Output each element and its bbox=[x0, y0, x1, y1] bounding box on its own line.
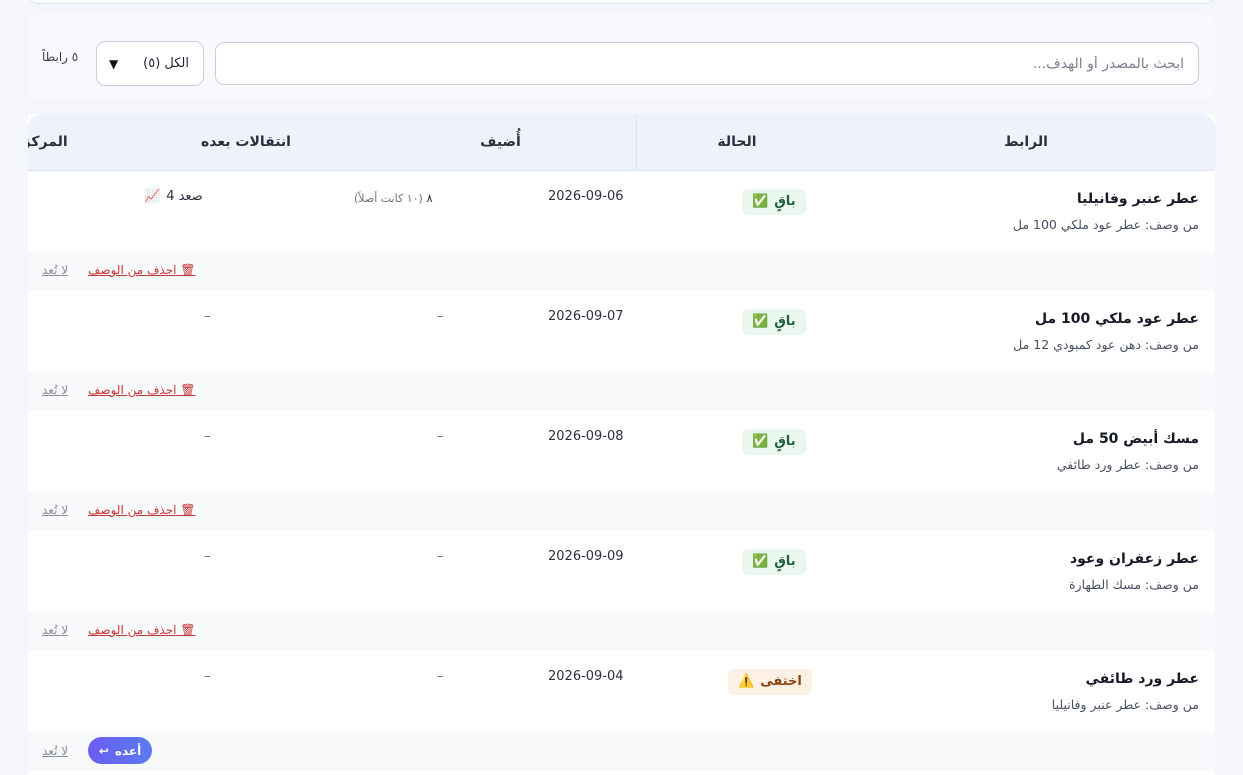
moves-after: – bbox=[437, 669, 444, 684]
link-title: مسك أبيض 50 مل bbox=[1072, 431, 1199, 447]
check-icon: ✅ bbox=[752, 554, 769, 569]
undo-arrow-icon: ↩ bbox=[98, 743, 109, 758]
links-table: الرابط الحالة أُضيف انتقالات بعده المركز… bbox=[28, 114, 1215, 775]
moves-note: (١٠ كانت أصلاً) bbox=[354, 192, 423, 205]
header-link: الرابط bbox=[1004, 134, 1048, 150]
dont-restore-link[interactable]: لا تُعد bbox=[42, 383, 68, 397]
row-actions: 🗑 احذف من الوصف لا تُعد bbox=[28, 612, 1215, 651]
status-badge: باقٍ ✅ bbox=[742, 429, 806, 455]
top-panel-edge bbox=[28, 0, 1215, 4]
row-actions: 🗑 احذف من الوصف لا تُعد bbox=[28, 492, 1215, 531]
added-date: 2026-09-08 bbox=[548, 429, 624, 444]
added-date: 2026-09-09 bbox=[548, 549, 624, 564]
check-icon: ✅ bbox=[752, 314, 769, 329]
row-main: عطر زعفران وعود من وصف: مسك الطهارة باقٍ… bbox=[28, 531, 1215, 612]
link-title: عطر زعفران وعود bbox=[1069, 551, 1199, 567]
rank-after: – bbox=[204, 309, 211, 324]
moves-after: – bbox=[437, 309, 444, 324]
added-date: 2026-09-07 bbox=[548, 309, 624, 324]
status-badge: باقٍ ✅ bbox=[742, 189, 806, 215]
check-icon: ✅ bbox=[752, 434, 769, 449]
row-actions: أعده ↩ لا تُعد bbox=[28, 732, 1215, 771]
moves-value: ٨ bbox=[426, 191, 433, 205]
link-title: عطر ورد طائفي bbox=[1085, 671, 1199, 687]
remove-from-description-link[interactable]: 🗑 احذف من الوصف bbox=[88, 383, 196, 397]
status-label: باقٍ bbox=[774, 314, 796, 329]
status-label: باقٍ bbox=[774, 434, 796, 449]
status-badge: اختفى ⚠️ bbox=[728, 669, 812, 695]
check-icon: ✅ bbox=[752, 194, 769, 209]
status-filter-select[interactable]: الكل (٥) ▼ bbox=[96, 41, 204, 86]
header-status: الحالة bbox=[717, 134, 757, 150]
link-source: من وصف: عطر عنبر وفانيليا bbox=[1051, 697, 1199, 712]
link-source: من وصف: دهن عود كمبودي 12 مل bbox=[1013, 337, 1199, 352]
filter-selected-value: الكل (٥) bbox=[143, 56, 189, 71]
search-input[interactable] bbox=[215, 42, 1199, 85]
row-main: عطر ورد طائفي من وصف: عطر عنبر وفانيليا … bbox=[28, 651, 1215, 732]
status-label: باقٍ bbox=[774, 554, 796, 569]
row-main: مسك أبيض 50 مل من وصف: عطر ورد طائفي باق… bbox=[28, 411, 1215, 492]
restore-link-button[interactable]: أعده ↩ bbox=[88, 737, 152, 764]
row-main: عطر عنبر وفانيليا من وصف: عطر عود ملكي 1… bbox=[28, 171, 1215, 252]
header-moves: انتقالات بعده bbox=[201, 134, 291, 150]
header-added: أُضيف bbox=[480, 134, 521, 150]
rank-after: – bbox=[204, 549, 211, 564]
header-rank: المركز بعده bbox=[28, 134, 68, 150]
table-header: الرابط الحالة أُضيف انتقالات بعده المركز… bbox=[28, 114, 1215, 171]
status-label: اختفى bbox=[760, 674, 802, 689]
row-actions: 🗑 احذف من الوصف لا تُعد bbox=[28, 372, 1215, 411]
rank-after: – bbox=[204, 669, 211, 684]
rank-after: صعد 4 📈 bbox=[144, 189, 203, 204]
dont-restore-link[interactable]: لا تُعد bbox=[42, 503, 68, 517]
added-date: 2026-09-04 bbox=[548, 669, 624, 684]
table-row: عطر زعفران وعود من وصف: مسك الطهارة باقٍ… bbox=[28, 531, 1215, 651]
moves-after: – bbox=[437, 549, 444, 564]
link-source: من وصف: عطر ورد طائفي bbox=[1056, 457, 1199, 472]
moves-after: – bbox=[437, 429, 444, 444]
added-date: 2026-09-06 bbox=[548, 189, 624, 204]
chevron-down-icon: ▼ bbox=[109, 56, 119, 71]
table-row: مسك أبيض 50 مل من وصف: عطر ورد طائفي باق… bbox=[28, 411, 1215, 531]
dont-restore-link[interactable]: لا تُعد bbox=[42, 623, 68, 637]
row-actions: 🗑 احذف من الوصف لا تُعد bbox=[28, 252, 1215, 291]
rank-after: – bbox=[204, 429, 211, 444]
link-title: عطر عود ملكي 100 مل bbox=[1034, 311, 1199, 327]
moves-after: ٨ (١٠ كانت أصلاً) bbox=[354, 191, 433, 205]
warning-icon: ⚠️ bbox=[738, 674, 755, 689]
dont-restore-link[interactable]: لا تُعد bbox=[42, 744, 68, 758]
links-count: ٥ رابطاً bbox=[42, 50, 79, 64]
remove-from-description-link[interactable]: 🗑 احذف من الوصف bbox=[88, 623, 196, 637]
row-main: عطر عود ملكي 100 مل من وصف: دهن عود كمبو… bbox=[28, 291, 1215, 372]
rank-text: صعد 4 bbox=[166, 189, 203, 204]
table-row: عطر عود ملكي 100 مل من وصف: دهن عود كمبو… bbox=[28, 291, 1215, 411]
table-row: عطر ورد طائفي من وصف: عطر عنبر وفانيليا … bbox=[28, 651, 1215, 771]
table-row: عطر عنبر وفانيليا من وصف: عطر عود ملكي 1… bbox=[28, 171, 1215, 291]
status-label: باقٍ bbox=[774, 194, 796, 209]
remove-from-description-link[interactable]: 🗑 احذف من الوصف bbox=[88, 503, 196, 517]
chart-up-icon: 📈 bbox=[144, 189, 161, 204]
status-badge: باقٍ ✅ bbox=[742, 309, 806, 335]
link-source: من وصف: مسك الطهارة bbox=[1068, 577, 1199, 592]
status-badge: باقٍ ✅ bbox=[742, 549, 806, 575]
link-source: من وصف: عطر عود ملكي 100 مل bbox=[1012, 217, 1199, 232]
filter-toolbar: الكل (٥) ▼ ٥ رابطاً bbox=[28, 14, 1215, 100]
link-title: عطر عنبر وفانيليا bbox=[1076, 191, 1199, 207]
restore-label: أعده bbox=[114, 743, 142, 758]
dont-restore-link[interactable]: لا تُعد bbox=[42, 263, 68, 277]
remove-from-description-link[interactable]: 🗑 احذف من الوصف bbox=[88, 263, 196, 277]
